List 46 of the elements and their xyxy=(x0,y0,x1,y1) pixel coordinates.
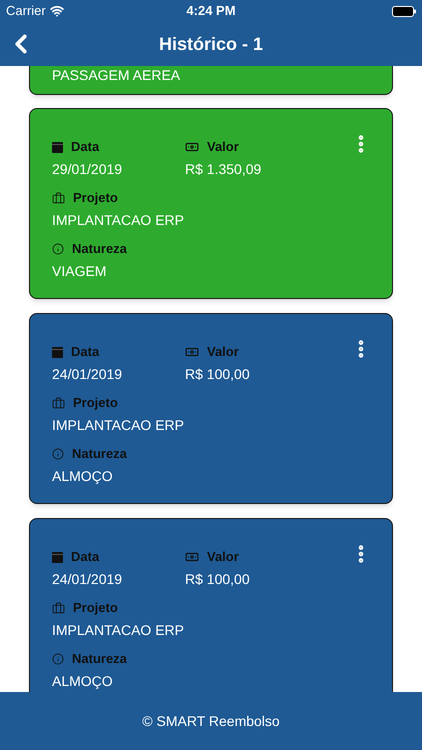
record-card[interactable]: Data 29/01/2019 Valor R$ 1.350,09 Projeto IMPLANTACAO ERP Natureza VIAGEM xyxy=(29,108,393,299)
record-card[interactable]: Data 24/01/2019 Valor R$ 100,00 Projeto IMPLANTACAO ERP Natureza ALMOÇO xyxy=(29,313,393,504)
calendar-icon xyxy=(52,552,63,562)
banknote-icon xyxy=(185,345,199,359)
battery-icon xyxy=(392,6,416,16)
window-title: Histórico - 1 xyxy=(158,32,264,56)
nature-value: PASSAGEM AEREA xyxy=(52,66,182,84)
date-label: Data xyxy=(71,548,100,566)
info-icon xyxy=(52,448,64,460)
footer-text: © SMART Reembolso xyxy=(142,712,280,730)
briefcase-icon xyxy=(52,396,65,410)
date-value: 29/01/2019 xyxy=(52,160,124,179)
project-label: Projeto xyxy=(73,394,118,412)
amount-value: R$ 100,00 xyxy=(185,365,250,384)
nature-value: VIAGEM xyxy=(52,262,108,281)
date-value: 24/01/2019 xyxy=(52,570,124,589)
nature-label: Natureza xyxy=(72,445,127,464)
nature-value: ALMOÇO xyxy=(52,672,114,691)
record-card[interactable]: Data 24/01/2019 Valor R$ 100,00 Projeto IMPLANTACAO ERP Natureza ALMOÇO xyxy=(29,518,393,692)
briefcase-icon xyxy=(52,602,65,614)
amount-value: R$ 1.350,09 xyxy=(185,160,262,179)
status-time: 4:24 PM xyxy=(185,2,237,20)
wifi-icon xyxy=(50,4,64,18)
date-value: 24/01/2019 xyxy=(52,365,124,384)
amount-label: Valor xyxy=(207,138,239,156)
project-value: IMPLANTACAO ERP xyxy=(52,211,185,230)
carrier-label: Carrier xyxy=(6,2,46,20)
calendar-icon xyxy=(52,142,63,152)
banknote-icon xyxy=(185,550,199,564)
amount-label: Valor xyxy=(207,343,239,362)
date-label: Data xyxy=(71,138,100,156)
nature-label: Natureza xyxy=(72,240,127,258)
info-icon xyxy=(52,653,64,665)
project-value: IMPLANTACAO ERP xyxy=(52,416,185,435)
project-label: Projeto xyxy=(73,189,118,208)
nature-value: ALMOÇO xyxy=(52,467,114,486)
date-label: Data xyxy=(71,343,100,362)
amount-value: R$ 100,00 xyxy=(185,570,250,589)
calendar-icon xyxy=(52,346,63,358)
amount-label: Valor xyxy=(207,548,239,566)
nature-label: Natureza xyxy=(72,650,127,668)
briefcase-icon xyxy=(52,192,65,204)
banknote-icon xyxy=(185,140,199,154)
project-value: IMPLANTACAO ERP xyxy=(52,621,185,640)
info-icon xyxy=(52,243,64,255)
project-label: Projeto xyxy=(73,599,118,618)
